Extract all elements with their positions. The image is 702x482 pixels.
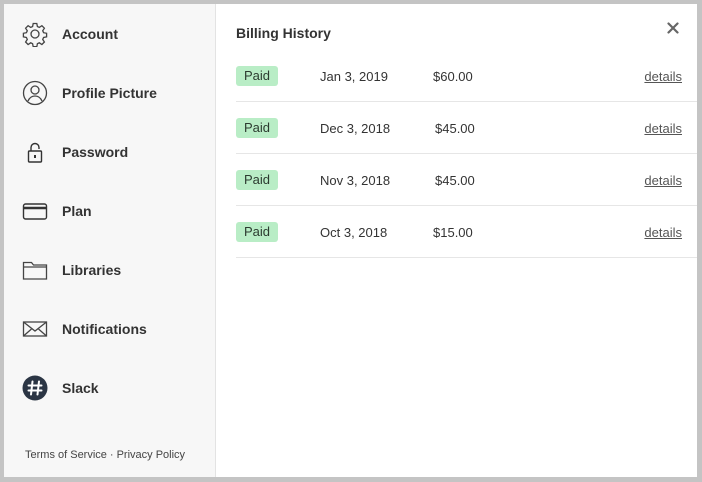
envelope-icon (22, 316, 48, 342)
slack-hash-icon (22, 375, 48, 401)
sidebar-item-label: Password (62, 144, 129, 160)
table-row: Paid Nov 3, 2018 $45.00 details (236, 154, 697, 206)
sidebar: Account Profile Picture Password Plan Li… (4, 4, 216, 477)
sidebar-item-slack[interactable]: Slack (4, 366, 215, 410)
status-badge: Paid (236, 66, 278, 86)
sidebar-item-label: Libraries (62, 262, 122, 278)
table-row: Paid Jan 3, 2019 $60.00 details (236, 50, 697, 102)
sidebar-item-notifications[interactable]: Notifications (4, 307, 215, 351)
billing-history-panel: Billing History Paid Jan 3, 2019 $60.00 … (216, 4, 697, 477)
sidebar-item-label: Slack (62, 380, 99, 396)
status-badge: Paid (236, 222, 278, 242)
gear-icon (22, 21, 48, 47)
details-link[interactable]: details (644, 173, 682, 188)
credit-card-icon (22, 198, 48, 224)
padlock-icon (22, 139, 48, 165)
details-link[interactable]: details (644, 121, 682, 136)
billing-amount: $45.00 (435, 121, 475, 136)
privacy-policy-link[interactable]: Privacy Policy (117, 449, 185, 461)
table-row: Paid Oct 3, 2018 $15.00 details (236, 206, 697, 258)
billing-date: Nov 3, 2018 (320, 173, 391, 188)
sidebar-item-label: Profile Picture (62, 85, 157, 101)
folder-icon (22, 257, 48, 283)
sidebar-item-plan[interactable]: Plan (4, 189, 215, 233)
terms-of-service-link[interactable]: Terms of Service (25, 449, 107, 461)
sidebar-item-label: Notifications (62, 321, 147, 337)
status-badge: Paid (236, 170, 278, 190)
sidebar-item-label: Account (62, 26, 118, 42)
settings-window: Account Profile Picture Password Plan Li… (4, 4, 697, 477)
details-link[interactable]: details (644, 69, 682, 84)
billing-date: Oct 3, 2018 (320, 225, 388, 240)
sidebar-item-password[interactable]: Password (4, 130, 215, 174)
sidebar-item-account[interactable]: Account (4, 12, 215, 56)
close-icon (667, 21, 679, 39)
details-link[interactable]: details (644, 225, 682, 240)
close-button[interactable] (663, 20, 683, 40)
page-title: Billing History (236, 25, 331, 41)
sidebar-footer: Terms of Service · Privacy Policy (25, 449, 185, 461)
billing-amount: $60.00 (433, 69, 473, 84)
sidebar-item-libraries[interactable]: Libraries (4, 248, 215, 292)
footer-separator: · (109, 449, 114, 461)
user-circle-icon (22, 80, 48, 106)
status-badge: Paid (236, 118, 278, 138)
table-row: Paid Dec 3, 2018 $45.00 details (236, 102, 697, 154)
billing-table: Paid Jan 3, 2019 $60.00 details Paid Dec… (236, 50, 697, 258)
billing-date: Dec 3, 2018 (320, 121, 391, 136)
billing-amount: $45.00 (435, 173, 475, 188)
billing-date: Jan 3, 2019 (320, 69, 388, 84)
sidebar-item-profile-picture[interactable]: Profile Picture (4, 71, 215, 115)
sidebar-item-label: Plan (62, 203, 92, 219)
billing-amount: $15.00 (433, 225, 473, 240)
